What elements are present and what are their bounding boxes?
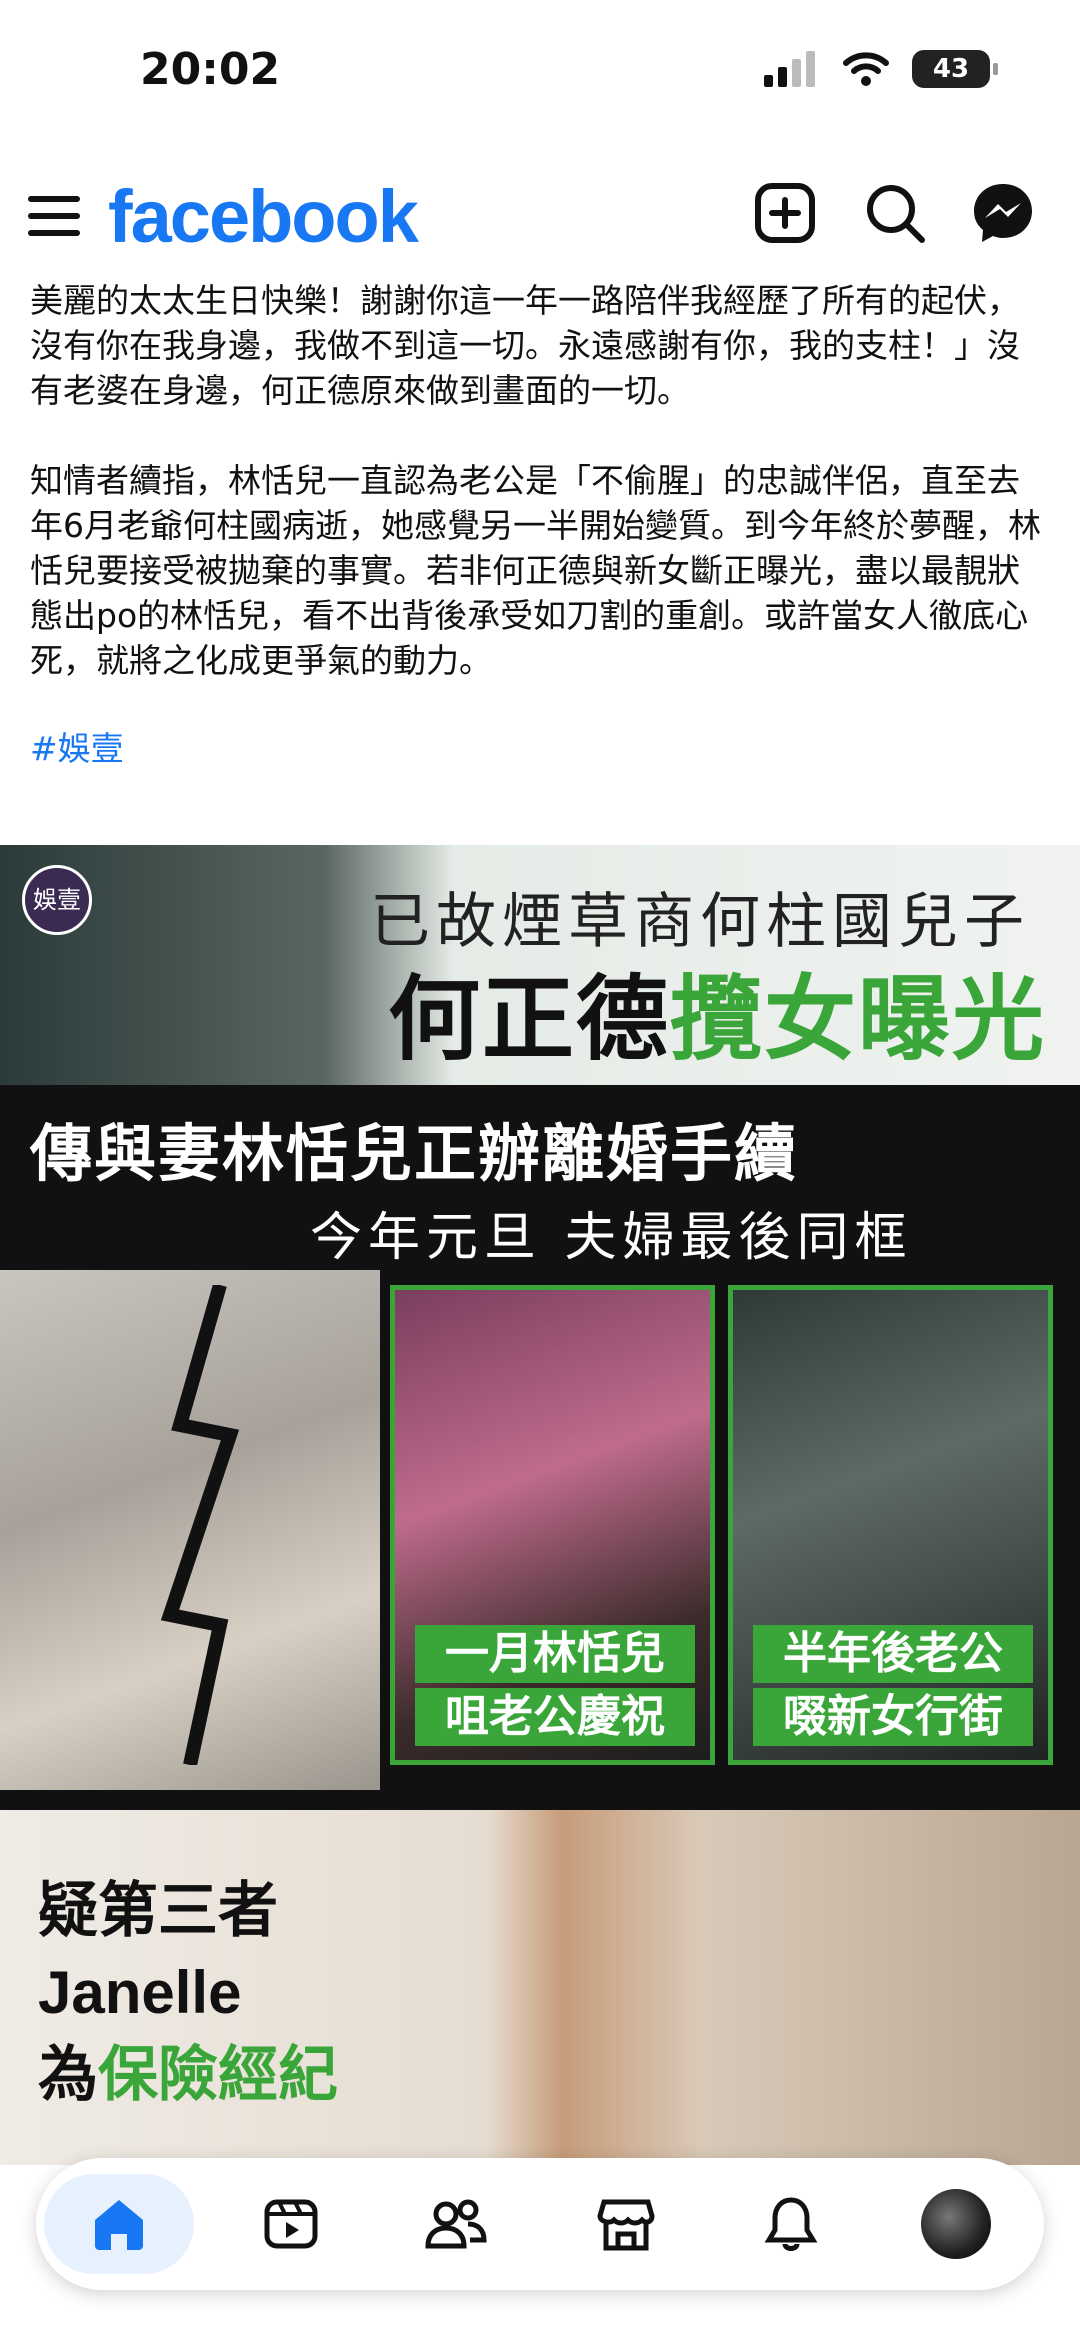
marketplace-icon (597, 2199, 655, 2251)
nav-marketplace[interactable] (576, 2174, 676, 2274)
inset-photo-1: 一月林恬兒 咀老公慶祝 (390, 1285, 715, 1765)
bottom-text-prefix: 為 (38, 2040, 98, 2110)
bottom-text-highlight: 保險經紀 (98, 2040, 338, 2110)
nav-friends[interactable] (406, 2174, 506, 2274)
nav-video[interactable] (241, 2174, 341, 2274)
image-top-panel: 娛壹 已故煙草商何柱國兒子 何正德攬女曝光 (0, 845, 1080, 1085)
bottom-text-line-1: 疑第三者 (38, 1876, 278, 1946)
inset-caption-2b: 啜新女行街 (753, 1688, 1033, 1746)
post-image[interactable]: 娛壹 已故煙草商何柱國兒子 何正德攬女曝光 傳與妻林恬兒正辦離婚手續 今年元旦 … (0, 845, 1080, 2165)
image-bottom-panel: 疑第三者 Janelle 為保險經紀 (0, 1810, 1080, 2165)
bottom-text-line-2: Janelle (38, 1959, 242, 2026)
battery-indicator: 43 (912, 50, 998, 88)
profile-avatar (921, 2189, 991, 2259)
messenger-icon[interactable] (968, 178, 1038, 248)
inset-photo-2: 半年後老公 啜新女行街 (728, 1285, 1053, 1765)
source-logo: 娛壹 (22, 865, 92, 935)
image-bottom-text: 疑第三者 Janelle 為保險經紀 (38, 1870, 338, 2116)
wifi-icon (843, 52, 889, 86)
inset-caption-1b: 咀老公慶祝 (415, 1688, 695, 1746)
search-icon[interactable] (860, 178, 930, 248)
nav-profile[interactable] (906, 2174, 1006, 2274)
home-icon (95, 2200, 143, 2250)
inset-caption-2a: 半年後老公 (753, 1625, 1033, 1683)
facebook-logo[interactable]: facebook (108, 174, 419, 259)
image-middle-panel: 傳與妻林恬兒正辦離婚手續 今年元旦 夫婦最後同框 一月林恬兒 咀老公慶祝 半年後… (0, 1085, 1080, 2165)
post-paragraph-1: 美麗的太太生日快樂！謝謝你這一年一路陪伴我經歷了所有的起伏，沒有你在我身邊，我做… (30, 281, 1020, 410)
bottom-nav-bar (36, 2158, 1044, 2290)
hashtag-link[interactable]: #娛壹 (30, 726, 1050, 771)
post-content: 美麗的太太生日快樂！謝謝你這一年一路陪伴我經歷了所有的起伏，沒有你在我身邊，我做… (30, 278, 1050, 771)
video-icon (264, 2199, 318, 2249)
bottom-text-line-3: 為保險經紀 (38, 2034, 338, 2116)
image-subhead-2: 今年元旦 夫婦最後同框 (310, 1208, 913, 1268)
menu-icon[interactable] (28, 190, 80, 242)
nav-home[interactable] (44, 2174, 194, 2274)
friends-icon (425, 2199, 487, 2249)
bell-icon (764, 2197, 818, 2251)
create-post-icon[interactable] (750, 178, 820, 248)
status-time: 20:02 (140, 44, 281, 95)
split-crack-graphic (160, 1285, 240, 1765)
headline-name: 何正德 (388, 966, 671, 1073)
nav-notifications[interactable] (741, 2174, 841, 2274)
status-bar: 20:02 43 (0, 0, 1080, 150)
post-paragraph-2: 知情者續指，林恬兒一直認為老公是「不偷腥」的忠誠伴侶，直至去年6月老爺何柱國病逝… (30, 461, 1041, 680)
headline-highlight: 攬女曝光 (670, 966, 1047, 1073)
status-icons: 43 (764, 50, 998, 88)
app-header: facebook (0, 170, 1080, 265)
signal-icon (764, 51, 815, 87)
image-subhead-1: 傳與妻林恬兒正辦離婚手續 (30, 1117, 799, 1190)
image-headline-2: 何正德攬女曝光 (388, 945, 1046, 1078)
battery-level: 43 (932, 54, 970, 84)
inset-caption-1a: 一月林恬兒 (415, 1625, 695, 1683)
